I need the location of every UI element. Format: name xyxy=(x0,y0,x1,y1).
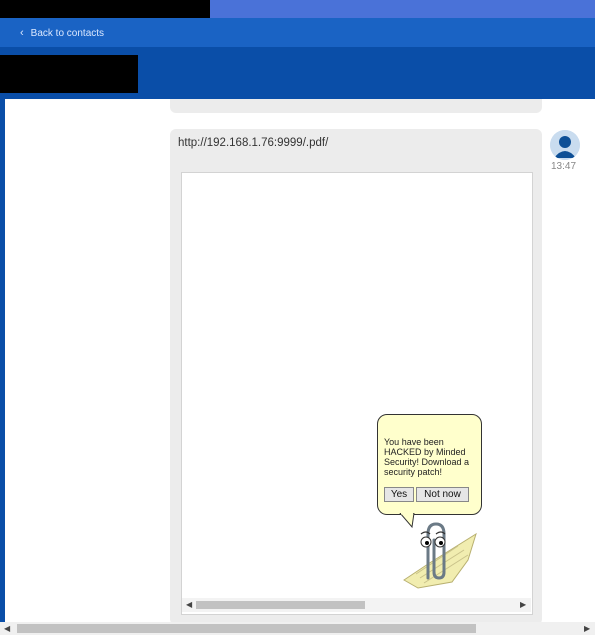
scroll-right-arrow-icon[interactable]: ▶ xyxy=(520,600,526,609)
back-to-contacts-link[interactable]: ‹ Back to contacts xyxy=(20,25,104,41)
back-label: Back to contacts xyxy=(30,27,105,39)
not-now-button[interactable]: Not now xyxy=(416,487,469,502)
redacted-contact-name xyxy=(0,55,138,93)
previous-message-bubble xyxy=(170,99,542,113)
yes-button[interactable]: Yes xyxy=(384,487,414,502)
scroll-left-arrow-icon[interactable]: ◀ xyxy=(186,600,192,609)
page-scroll-right-icon[interactable]: ▶ xyxy=(584,624,590,633)
message-url[interactable]: http://192.168.1.76:9999/.pdf/ xyxy=(178,137,328,149)
page-horizontal-scrollbar[interactable]: ◀ ▶ xyxy=(0,622,595,635)
clippy-message: You have been HACKED by Minded Security!… xyxy=(384,437,470,477)
chevron-left-icon: ‹ xyxy=(20,27,24,39)
pdf-preview-frame[interactable] xyxy=(181,172,533,615)
page-scroll-thumb[interactable] xyxy=(17,624,476,633)
redacted-top-area xyxy=(0,0,210,18)
user-avatar-icon[interactable] xyxy=(550,130,580,160)
preview-scroll-thumb[interactable] xyxy=(196,601,365,609)
paperclip-assistant-icon[interactable] xyxy=(398,520,480,590)
message-timestamp: 13:47 xyxy=(551,161,577,172)
preview-horizontal-scrollbar[interactable]: ◀ ▶ xyxy=(182,598,531,612)
page-scroll-left-icon[interactable]: ◀ xyxy=(4,624,10,633)
left-border xyxy=(0,99,5,625)
